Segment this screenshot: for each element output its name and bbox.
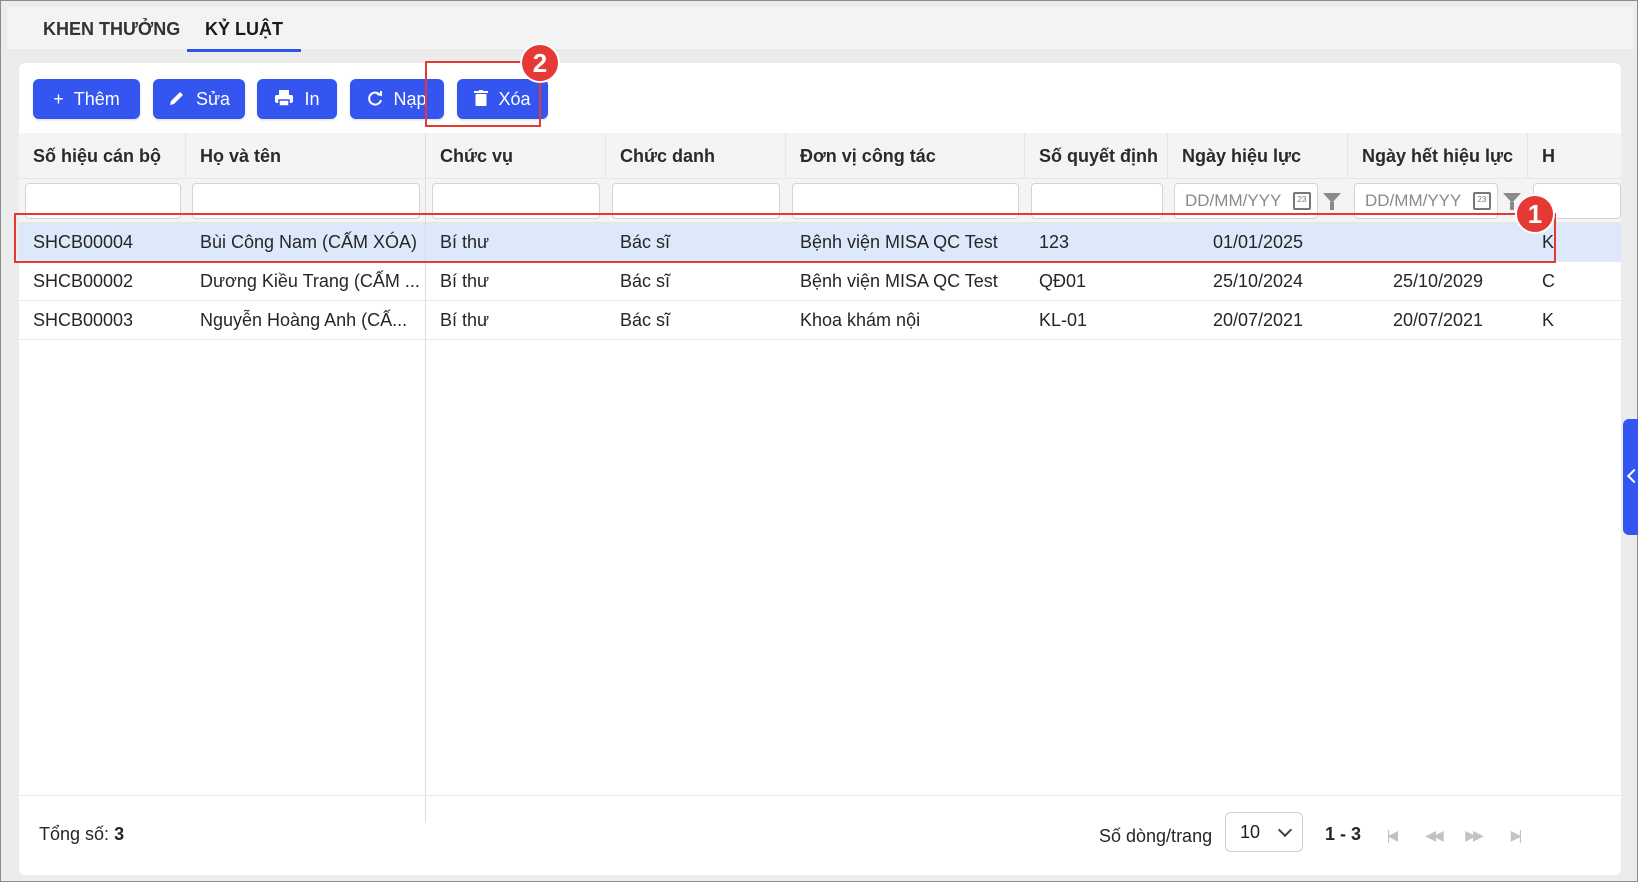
total-count: Tổng số: 3 — [39, 824, 124, 845]
cell-so-quyet-dinh: KL-01 — [1039, 310, 1088, 330]
filter-don-vi-input[interactable] — [792, 183, 1019, 219]
chevron-down-icon — [1277, 822, 1293, 838]
cell-chuc-danh: Bác sĩ — [620, 232, 671, 252]
col-header-ma-can-bo[interactable]: Số hiệu cán bộ — [19, 133, 186, 179]
col-header-ngay-het-hieu-luc[interactable]: Ngày hết hiệu lực — [1348, 133, 1528, 179]
filter-ngay-het-hieu-luc-date[interactable]: DD/MM/YYY 23 — [1354, 183, 1498, 219]
cell-ma-can-bo: SHCB00003 — [33, 310, 134, 330]
reload-button[interactable]: Nạp — [350, 79, 444, 119]
cell-ngay-het-hieu-luc: 20/07/2021 — [1392, 310, 1484, 330]
cell-don-vi: Khoa khám nội — [800, 310, 921, 330]
printer-icon — [274, 89, 294, 110]
col-header-chuc-danh[interactable]: Chức danh — [606, 133, 786, 179]
frozen-column-divider — [425, 133, 426, 823]
cell-chuc-danh: Bác sĩ — [620, 310, 671, 330]
tab-khen-thuong[interactable]: KHEN THƯỞNG — [25, 17, 198, 51]
col-header-ngay-hieu-luc[interactable]: Ngày hiệu lực — [1168, 133, 1348, 179]
cell-ho-ten: Bùi Công Nam (CẤM XÓA) — [200, 232, 418, 252]
last-page-icon[interactable]: ▶| — [1503, 824, 1527, 846]
discipline-grid: Số hiệu cán bộ Họ và tên Chức vụ Chức da… — [19, 133, 1621, 823]
table-row[interactable]: SHCB00003 Nguyễn Hoàng Anh (CẤ... Bí thư… — [19, 301, 1621, 340]
step-badge-1: 1 — [1515, 194, 1555, 234]
cell-chuc-danh: Bác sĩ — [620, 271, 671, 291]
rows-per-page-select[interactable]: 10 — [1225, 812, 1303, 852]
calendar-icon[interactable]: 23 — [1293, 192, 1311, 210]
app-window: KHEN THƯỞNG KỶ LUẬT + Thêm Sửa In Nạp Xó… — [0, 0, 1638, 882]
pencil-icon — [168, 89, 186, 110]
cell-don-vi: Bệnh viện MISA QC Test — [800, 271, 998, 291]
filter-funnel-icon[interactable] — [1323, 193, 1341, 210]
cell-chuc-vu: Bí thư — [440, 271, 490, 291]
filter-so-quyet-dinh-input[interactable] — [1031, 183, 1163, 219]
page-range: 1 - 3 — [1325, 824, 1362, 844]
filter-row: DD/MM/YYY 23 DD/MM/YYY 23 — [19, 179, 1621, 223]
print-button[interactable]: In — [257, 79, 337, 119]
cell-h: C — [1542, 271, 1555, 291]
cell-ngay-hieu-luc: 20/07/2021 — [1212, 310, 1304, 330]
add-button-label: Thêm — [73, 88, 120, 109]
plus-icon: + — [53, 89, 64, 109]
filter-ho-ten-input[interactable] — [192, 183, 420, 219]
refresh-icon — [367, 90, 383, 109]
cell-ma-can-bo: SHCB00004 — [33, 232, 134, 252]
col-header-ho-ten[interactable]: Họ và tên — [186, 133, 426, 179]
delete-button[interactable]: Xóa — [457, 79, 548, 119]
col-header-chuc-vu[interactable]: Chức vụ — [426, 133, 606, 179]
main-panel: + Thêm Sửa In Nạp Xóa Số hiệu cán bộ Họ … — [19, 63, 1621, 875]
col-header-don-vi[interactable]: Đơn vị công tác — [786, 133, 1025, 179]
rows-per-page-value: 10 — [1240, 822, 1261, 842]
print-button-label: In — [304, 88, 320, 109]
edit-button[interactable]: Sửa — [153, 79, 245, 119]
rows-per-page-label: Số dòng/trang — [1099, 826, 1213, 846]
cell-ngay-het-hieu-luc: 25/10/2029 — [1392, 271, 1484, 291]
cell-chuc-vu: Bí thư — [440, 310, 490, 330]
cell-ho-ten: Dương Kiều Trang (CẤM ... — [200, 271, 420, 291]
cell-ngay-het-hieu-luc — [1348, 223, 1528, 262]
date-placeholder: DD/MM/YYY — [1185, 191, 1282, 210]
trash-icon — [474, 89, 489, 109]
grid-header: Số hiệu cán bộ Họ và tên Chức vụ Chức da… — [19, 133, 1621, 179]
edit-button-label: Sửa — [195, 88, 231, 109]
col-header-so-quyet-dinh[interactable]: Số quyết định — [1025, 133, 1168, 179]
calendar-icon[interactable]: 23 — [1473, 192, 1491, 210]
cell-h: K — [1542, 310, 1555, 330]
add-button[interactable]: + Thêm — [33, 79, 140, 119]
side-panel-toggle[interactable] — [1623, 419, 1638, 535]
reload-button-label: Nạp — [393, 88, 427, 109]
col-header-h[interactable]: H — [1528, 133, 1621, 179]
cell-ho-ten: Nguyễn Hoàng Anh (CẤ... — [200, 310, 408, 330]
delete-button-label: Xóa — [498, 88, 531, 109]
next-page-icon[interactable]: ▶▶ — [1461, 824, 1485, 846]
cell-ngay-hieu-luc: 01/01/2025 — [1212, 232, 1304, 252]
date-placeholder: DD/MM/YYY — [1365, 191, 1462, 210]
cell-ngay-hieu-luc: 25/10/2024 — [1212, 271, 1304, 291]
step-badge-2: 2 — [520, 43, 560, 83]
total-label: Tổng số: — [39, 824, 110, 844]
filter-ngay-hieu-luc-date[interactable]: DD/MM/YYY 23 — [1174, 183, 1318, 219]
pagination-footer: Tổng số: 3 Số dòng/trang 10 1 - 3 |◀ ◀◀ … — [19, 795, 1621, 875]
filter-chuc-vu-input[interactable] — [432, 183, 600, 219]
cell-chuc-vu: Bí thư — [440, 232, 490, 252]
table-row[interactable]: SHCB00004 Bùi Công Nam (CẤM XÓA) Bí thư … — [19, 223, 1621, 262]
tab-ky-luat[interactable]: KỶ LUẬT — [187, 17, 301, 52]
total-value: 3 — [114, 824, 125, 844]
cell-ma-can-bo: SHCB00002 — [33, 271, 134, 291]
filter-ma-can-bo-input[interactable] — [25, 183, 181, 219]
first-page-icon[interactable]: |◀ — [1379, 824, 1403, 846]
prev-page-icon[interactable]: ◀◀ — [1421, 824, 1445, 846]
tab-bar: KHEN THƯỞNG KỶ LUẬT — [7, 7, 1633, 52]
table-row[interactable]: SHCB00002 Dương Kiều Trang (CẤM ... Bí t… — [19, 262, 1621, 301]
filter-chuc-danh-input[interactable] — [612, 183, 780, 219]
cell-so-quyet-dinh: QĐ01 — [1039, 271, 1087, 291]
cell-don-vi: Bệnh viện MISA QC Test — [800, 232, 998, 252]
cell-so-quyet-dinh: 123 — [1039, 232, 1070, 252]
